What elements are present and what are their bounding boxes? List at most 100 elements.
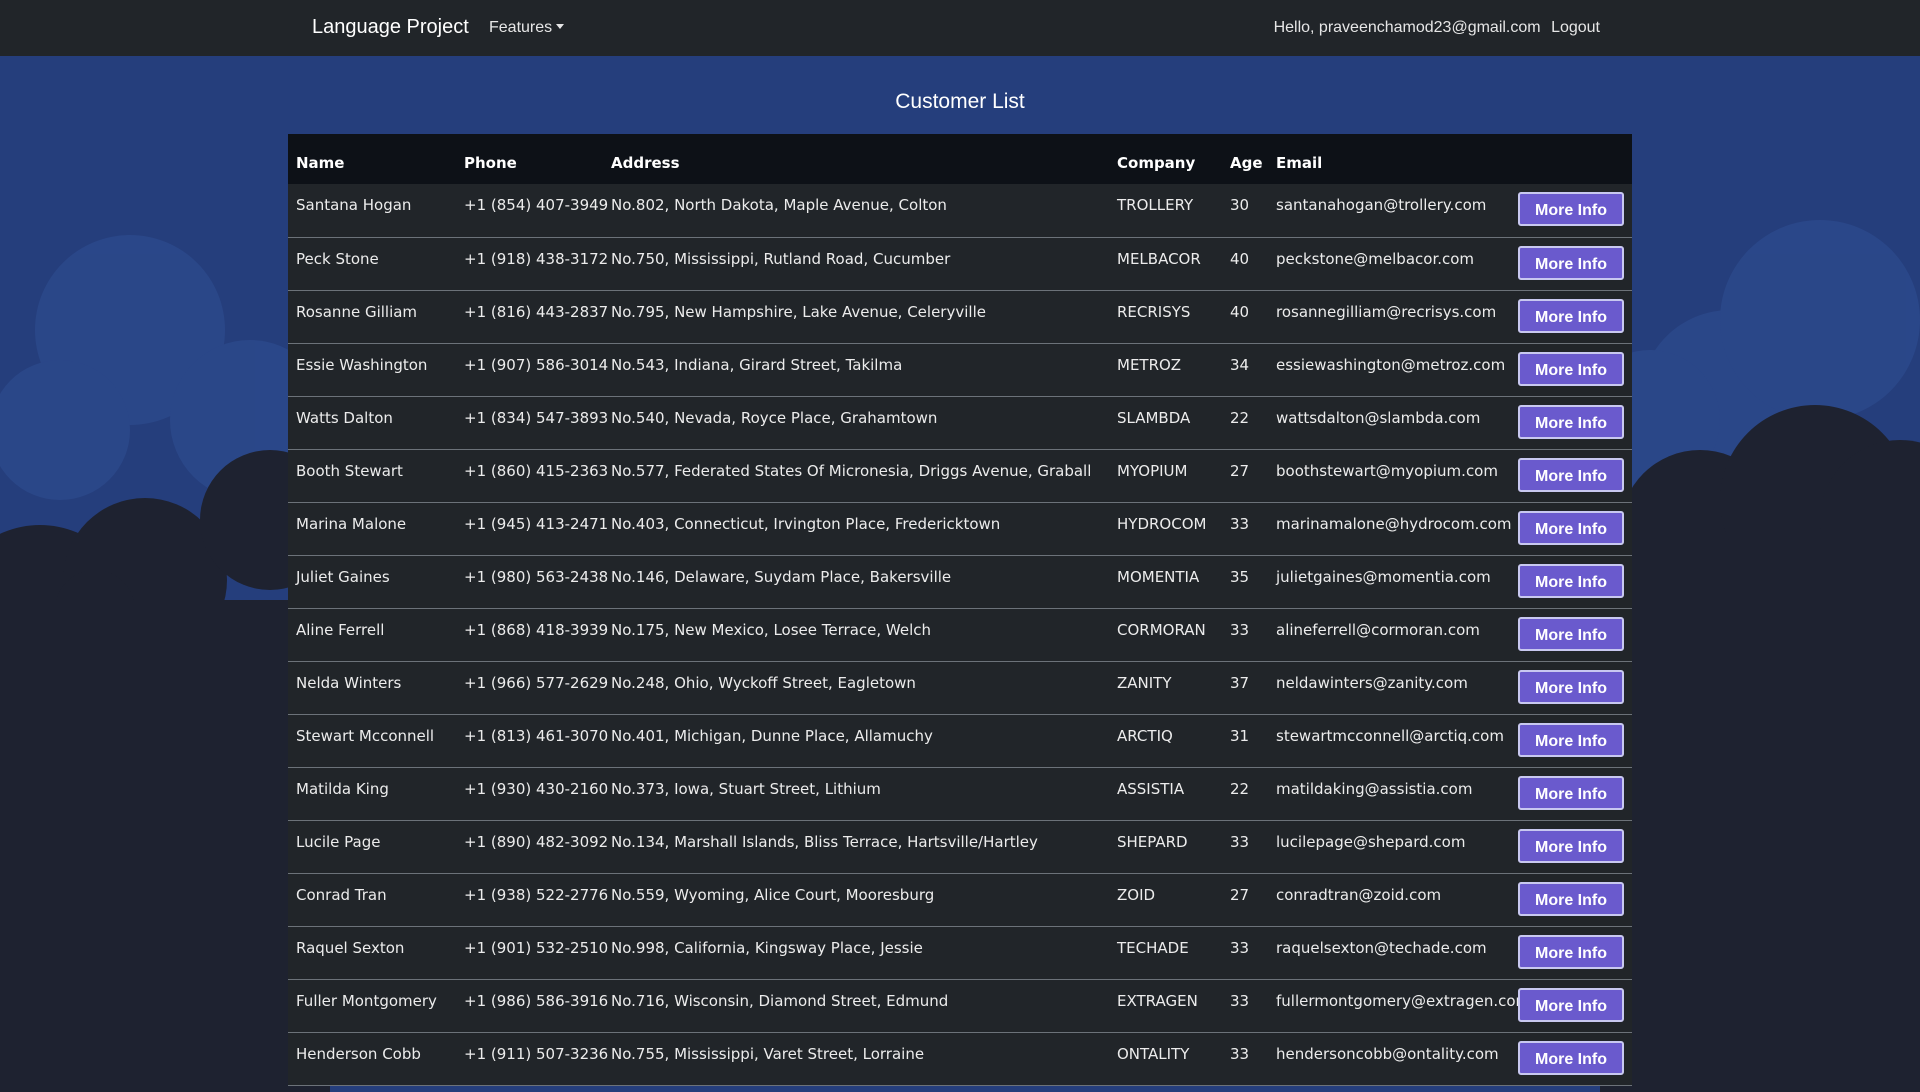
cell-action: More Info [1514, 555, 1632, 608]
cell-name: Lucile Page [296, 832, 381, 851]
cell-phone: +1 (813) 461-3070 [464, 726, 609, 745]
cell-company: RECRISYS [1117, 302, 1191, 321]
cell-company: CORMORAN [1117, 620, 1206, 639]
cell-company: MOMENTIA [1117, 567, 1200, 586]
cell-age: 31 [1230, 726, 1250, 745]
cell-email: peckstone@melbacor.com [1276, 249, 1475, 268]
table-row: Matilda King +1 (930) 430-2160 No.373, Iow… [288, 767, 1632, 820]
table-row: Essie Washington +1 (907) 586-3014 No.543,… [288, 343, 1632, 396]
cell-phone: +1 (911) 507-3236 [464, 1044, 609, 1063]
cell-age: 27 [1230, 461, 1250, 480]
more-info-button[interactable]: More Info [1518, 828, 1624, 863]
cell-age: 33 [1230, 938, 1250, 957]
cell-age: 37 [1230, 673, 1250, 692]
cell-company: MELBACOR [1117, 249, 1201, 268]
cell-action: More Info [1514, 767, 1632, 820]
cell-address: No.755, Mississippi, Varet Street, Lorra… [611, 1044, 925, 1063]
cell-email: neldawinters@zanity.com [1276, 673, 1468, 692]
more-info-button[interactable]: More Info [1518, 722, 1624, 757]
more-info-button[interactable]: More Info [1518, 457, 1624, 492]
cell-company: MYOPIUM [1117, 461, 1188, 480]
table-row: Henderson Cobb +1 (911) 507-3236 No.755, M… [288, 1032, 1632, 1085]
cell-action: More Info [1514, 184, 1632, 237]
cell-phone: +1 (860) 415-2363 [464, 461, 609, 480]
cell-company: ASSISTIA [1117, 779, 1185, 798]
table-row: Santana Hogan +1 (854) 407-3949 No.802, No… [288, 184, 1632, 237]
cell-name: Marina Malone [296, 514, 407, 533]
table-row: Aline Ferrell +1 (868) 418-3939 No.175, Ne… [288, 608, 1632, 661]
more-info-button[interactable]: More Info [1518, 245, 1624, 280]
caret-down-icon [556, 24, 565, 29]
more-info-button[interactable]: More Info [1518, 669, 1624, 704]
cell-address: No.559, Wyoming, Alice Court, Mooresburg [611, 885, 935, 904]
cell-address: No.540, Nevada, Royce Place, Grahamtown [611, 408, 938, 427]
more-info-button[interactable]: More Info [1518, 775, 1624, 810]
column-header-phone: Phone [464, 154, 517, 172]
more-info-button[interactable]: More Info [1518, 934, 1624, 969]
cell-age: 40 [1230, 302, 1250, 321]
features-dropdown[interactable]: Features [489, 19, 565, 37]
cell-name: Fuller Montgomery [296, 991, 437, 1010]
cell-action: More Info [1514, 290, 1632, 343]
more-info-button[interactable]: More Info [1518, 616, 1624, 651]
cell-name: Stewart Mcconnell [296, 726, 435, 745]
more-info-button[interactable]: More Info [1518, 298, 1624, 333]
column-header-email: Email [1276, 154, 1323, 172]
cell-email: julietgaines@momentia.com [1276, 567, 1491, 586]
cell-phone: +1 (890) 482-3092 [464, 832, 609, 851]
table-row: Juliet Gaines +1 (980) 563-2438 No.146, De… [288, 555, 1632, 608]
cell-action: More Info [1514, 343, 1632, 396]
more-info-button[interactable]: More Info [1518, 563, 1624, 598]
cell-action: More Info [1514, 714, 1632, 767]
cell-name: Raquel Sexton [296, 938, 405, 957]
column-header-name: Name [296, 154, 345, 172]
cell-phone: +1 (907) 586-3014 [464, 355, 609, 374]
brand-link[interactable]: Language Project [312, 16, 469, 39]
cell-action: More Info [1514, 873, 1632, 926]
cell-action: More Info [1514, 661, 1632, 714]
more-info-button[interactable]: More Info [1518, 192, 1624, 226]
cell-address: No.134, Marshall Islands, Bliss Terrace,… [611, 832, 1038, 851]
cell-company: EXTRAGEN [1117, 991, 1198, 1010]
cell-address: No.373, Iowa, Stuart Street, Lithium [611, 779, 881, 798]
cell-company: SHEPARD [1117, 832, 1188, 851]
more-info-button[interactable]: More Info [1518, 987, 1624, 1022]
cell-email: stewartmcconnell@arctiq.com [1276, 726, 1504, 745]
cell-email: marinamalone@hydrocom.com [1276, 514, 1512, 533]
cell-name: Conrad Tran [296, 885, 387, 904]
more-info-button[interactable]: More Info [1518, 351, 1624, 386]
cell-phone: +1 (980) 563-2438 [464, 567, 609, 586]
more-info-button[interactable]: More Info [1518, 881, 1624, 916]
cell-name: Juliet Gaines [296, 567, 390, 586]
cell-name: Henderson Cobb [296, 1044, 421, 1063]
cell-name: Nelda Winters [296, 673, 402, 692]
cell-address: No.146, Delaware, Suydam Place, Bakersvi… [611, 567, 952, 586]
table-row: Raquel Sexton +1 (901) 532-2510 No.998, Ca… [288, 926, 1632, 979]
cell-email: hendersoncobb@ontality.com [1276, 1044, 1499, 1063]
more-info-button[interactable]: More Info [1518, 510, 1624, 545]
cell-action: More Info [1514, 1032, 1632, 1085]
cell-phone: +1 (834) 547-3893 [464, 408, 609, 427]
page-title: Customer List [895, 90, 1025, 113]
cell-email: conradtran@zoid.com [1276, 885, 1442, 904]
cell-name: Santana Hogan [296, 196, 412, 214]
cell-email: lucilepage@shepard.com [1276, 832, 1466, 851]
cell-address: No.248, Ohio, Wyckoff Street, Eagletown [611, 673, 916, 692]
cell-company: HYDROCOM [1117, 514, 1207, 533]
cell-phone: +1 (938) 522-2776 [464, 885, 609, 904]
cell-phone: +1 (966) 577-2629 [464, 673, 609, 692]
cell-company: METROZ [1117, 355, 1182, 374]
user-greeting: Hello, praveenchamod23@gmail.com [1273, 19, 1541, 36]
cell-address: No.716, Wisconsin, Diamond Street, Edmun… [611, 991, 949, 1010]
cell-phone: +1 (945) 413-2471 [464, 514, 609, 533]
table-row: Peck Stone +1 (918) 438-3172 No.750, Missi… [288, 237, 1632, 290]
more-info-button[interactable]: More Info [1518, 1040, 1624, 1075]
cell-address: No.750, Mississippi, Rutland Road, Cucum… [611, 249, 951, 268]
cell-age: 34 [1230, 355, 1250, 374]
cell-action: More Info [1514, 608, 1632, 661]
cell-address: No.543, Indiana, Girard Street, Takilma [611, 355, 903, 374]
table-row: Conrad Tran +1 (938) 522-2776 No.559, Wyom… [288, 873, 1632, 926]
more-info-button[interactable]: More Info [1518, 404, 1624, 439]
logout-link[interactable]: Logout [1551, 19, 1600, 36]
cell-phone: +1 (854) 407-3949 [464, 196, 609, 214]
